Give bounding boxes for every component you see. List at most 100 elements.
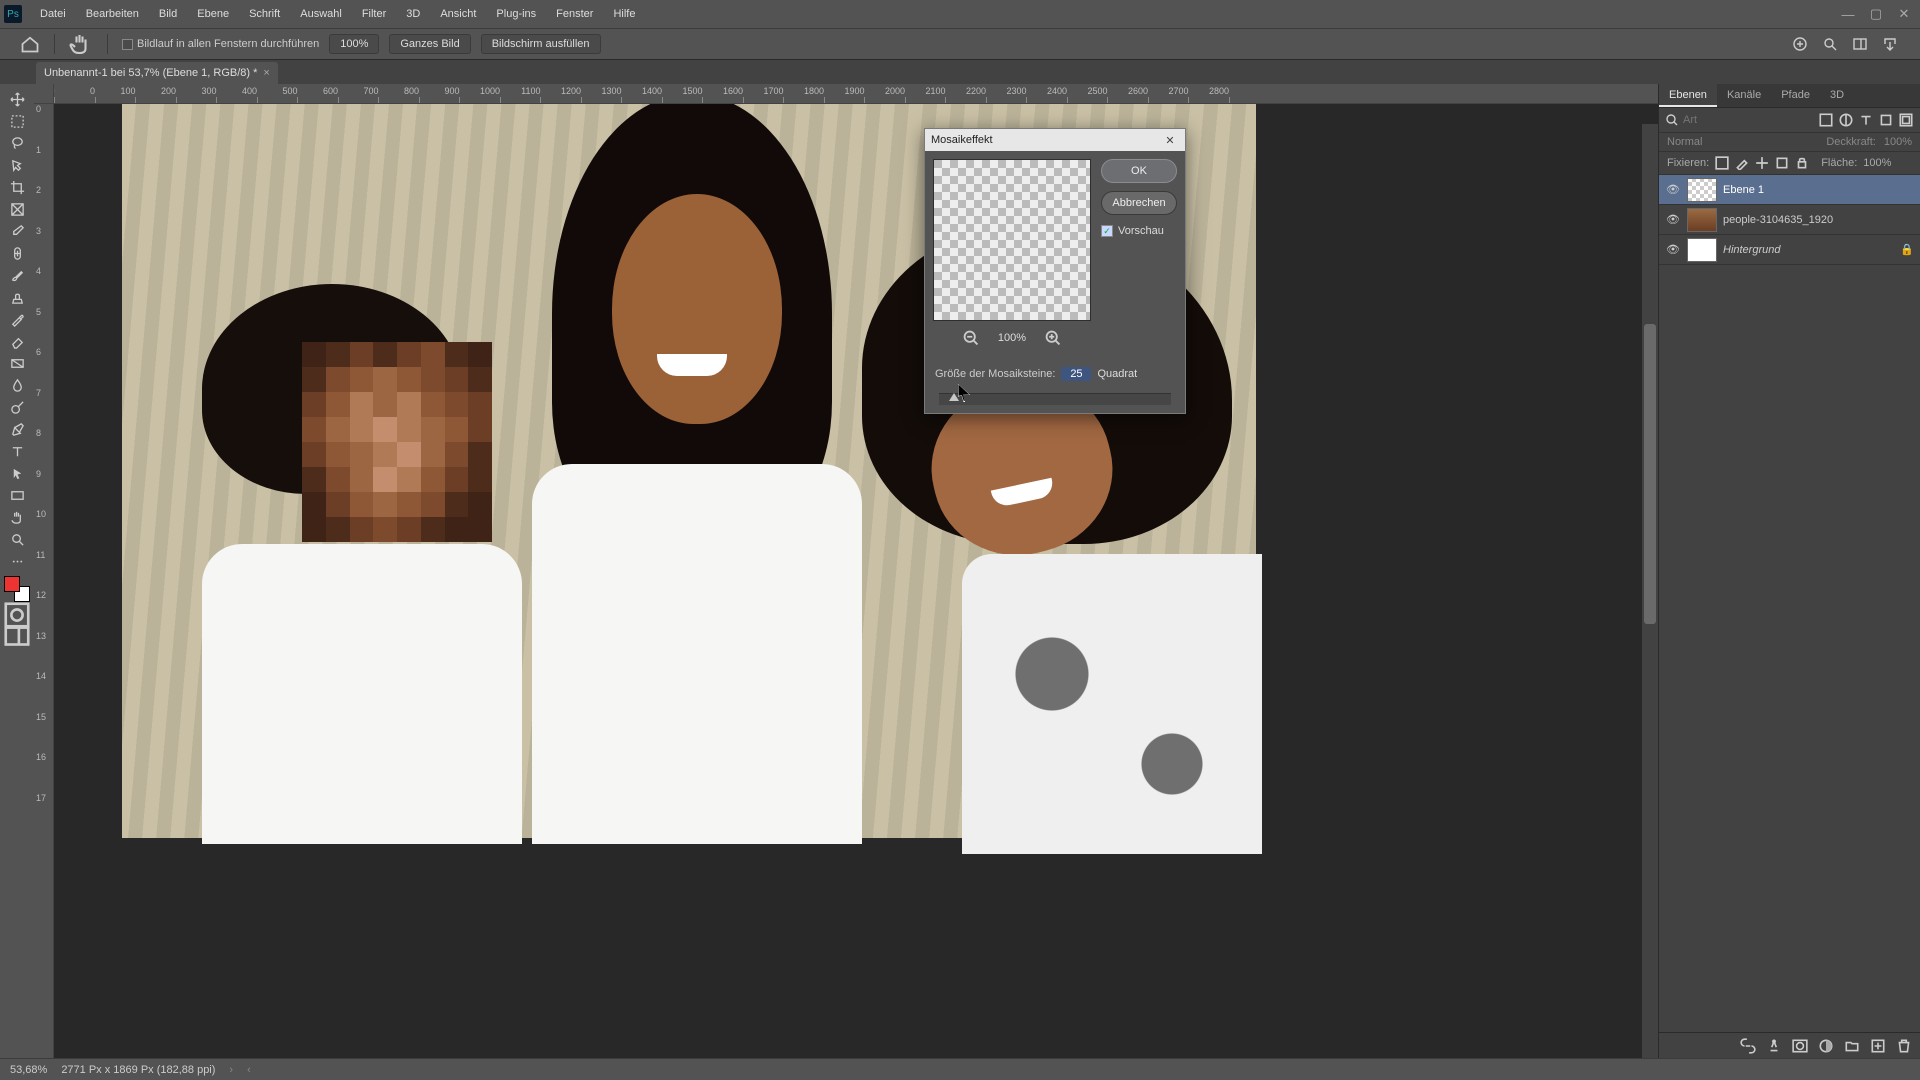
hand-tool[interactable] (2, 506, 32, 528)
lock-all-icon[interactable] (1795, 156, 1809, 170)
layer-style-icon[interactable] (1766, 1038, 1782, 1054)
lock-transparent-icon[interactable] (1715, 156, 1729, 170)
layer-thumbnail[interactable] (1687, 178, 1717, 202)
move-tool[interactable] (2, 88, 32, 110)
cancel-button[interactable]: Abbrechen (1101, 191, 1177, 215)
status-zoom[interactable]: 53,68% (10, 1064, 47, 1076)
layer-thumbnail[interactable] (1687, 208, 1717, 232)
history-brush-tool[interactable] (2, 308, 32, 330)
crop-tool[interactable] (2, 176, 32, 198)
layer-name[interactable]: people-3104635_1920 (1723, 214, 1833, 226)
cell-size-input[interactable]: 25 (1061, 367, 1091, 381)
vertical-scrollbar[interactable] (1642, 124, 1658, 1058)
visibility-toggle[interactable]: 👁 (1665, 243, 1681, 256)
type-tool[interactable] (2, 440, 32, 462)
zoom-in-icon[interactable] (1044, 329, 1062, 347)
search-icon[interactable] (1822, 36, 1838, 52)
tab-3d[interactable]: 3D (1820, 84, 1854, 107)
link-layers-icon[interactable] (1740, 1038, 1756, 1054)
ok-button[interactable]: OK (1101, 159, 1177, 183)
chevron-left-icon[interactable]: ‹ (247, 1064, 251, 1076)
edit-toolbar[interactable] (2, 550, 32, 572)
layer-row[interactable]: 👁 people-3104635_1920 (1659, 205, 1920, 235)
filter-adjust-icon[interactable] (1838, 112, 1854, 128)
tab-kanaele[interactable]: Kanäle (1717, 84, 1771, 107)
menu-schrift[interactable]: Schrift (241, 4, 288, 24)
path-select-tool[interactable] (2, 462, 32, 484)
dodge-tool[interactable] (2, 396, 32, 418)
window-maximize[interactable]: ▢ (1864, 6, 1888, 22)
visibility-toggle[interactable]: 👁 (1665, 183, 1681, 196)
healing-brush-tool[interactable] (2, 242, 32, 264)
filter-type-icon[interactable] (1858, 112, 1874, 128)
share-icon[interactable] (1882, 36, 1898, 52)
menu-filter[interactable]: Filter (354, 4, 394, 24)
home-icon[interactable] (20, 34, 40, 54)
foreground-color-swatch[interactable] (4, 576, 20, 592)
brush-tool[interactable] (2, 264, 32, 286)
eraser-tool[interactable] (2, 330, 32, 352)
menu-fenster[interactable]: Fenster (548, 4, 601, 24)
layer-thumbnail[interactable] (1687, 238, 1717, 262)
adjustment-layer-icon[interactable] (1818, 1038, 1834, 1054)
lock-position-icon[interactable] (1755, 156, 1769, 170)
menu-ebene[interactable]: Ebene (189, 4, 237, 24)
gradient-tool[interactable] (2, 352, 32, 374)
layer-row[interactable]: 👁 Hintergrund 🔒 (1659, 235, 1920, 265)
menu-3d[interactable]: 3D (398, 4, 428, 24)
cloud-status-icon[interactable] (1792, 36, 1808, 52)
blur-tool[interactable] (2, 374, 32, 396)
rectangle-tool[interactable] (2, 484, 32, 506)
quick-select-tool[interactable] (2, 154, 32, 176)
layer-filter[interactable] (1665, 113, 1814, 127)
new-layer-icon[interactable] (1870, 1038, 1886, 1054)
tab-pfade[interactable]: Pfade (1771, 84, 1820, 107)
eyedropper-tool[interactable] (2, 220, 32, 242)
layer-name[interactable]: Ebene 1 (1723, 184, 1764, 196)
menu-bild[interactable]: Bild (151, 4, 185, 24)
blend-mode-select[interactable]: Normal (1667, 136, 1702, 148)
menu-ansicht[interactable]: Ansicht (432, 4, 484, 24)
layer-mask-icon[interactable] (1792, 1038, 1808, 1054)
pen-tool[interactable] (2, 418, 32, 440)
workspace-icon[interactable] (1852, 36, 1868, 52)
dialog-preview[interactable] (933, 159, 1091, 321)
menu-datei[interactable]: Datei (32, 4, 74, 24)
color-swatches[interactable] (4, 576, 30, 602)
slider-thumb[interactable] (949, 393, 959, 401)
close-icon[interactable]: × (263, 67, 269, 79)
layer-name[interactable]: Hintergrund (1723, 244, 1780, 256)
lasso-tool[interactable] (2, 132, 32, 154)
fit-screen-button[interactable]: Ganzes Bild (389, 34, 470, 54)
lock-artboard-icon[interactable] (1775, 156, 1789, 170)
hand-tool-icon[interactable] (69, 32, 93, 56)
filter-shape-icon[interactable] (1878, 112, 1894, 128)
fill-screen-button[interactable]: Bildschirm ausfüllen (481, 34, 601, 54)
zoom-100-button[interactable]: 100% (329, 34, 379, 54)
frame-tool[interactable] (2, 198, 32, 220)
document-tab[interactable]: Unbenannt-1 bei 53,7% (Ebene 1, RGB/8) *… (36, 62, 278, 84)
delete-layer-icon[interactable] (1896, 1038, 1912, 1054)
menu-auswahl[interactable]: Auswahl (292, 4, 350, 24)
window-close[interactable]: ✕ (1892, 6, 1916, 22)
tab-ebenen[interactable]: Ebenen (1659, 84, 1717, 107)
window-minimize[interactable]: — (1836, 7, 1860, 22)
menu-bearbeiten[interactable]: Bearbeiten (78, 4, 147, 24)
preview-checkbox[interactable]: ✓ Vorschau (1101, 225, 1177, 237)
layer-filter-input[interactable] (1683, 114, 1743, 126)
zoom-out-icon[interactable] (962, 329, 980, 347)
filter-pixel-icon[interactable] (1818, 112, 1834, 128)
layer-row[interactable]: 👁 Ebene 1 (1659, 175, 1920, 205)
visibility-toggle[interactable]: 👁 (1665, 213, 1681, 226)
screen-mode-toggle[interactable] (2, 626, 32, 648)
menu-plugins[interactable]: Plug-ins (488, 4, 544, 24)
status-docinfo[interactable]: 2771 Px x 1869 Px (182,88 ppi) (61, 1064, 215, 1076)
close-icon[interactable]: ✕ (1161, 134, 1179, 147)
fill-value[interactable]: 100% (1863, 157, 1891, 169)
filter-smart-icon[interactable] (1898, 112, 1914, 128)
lock-pixels-icon[interactable] (1735, 156, 1749, 170)
group-icon[interactable] (1844, 1038, 1860, 1054)
marquee-tool[interactable] (2, 110, 32, 132)
cell-size-slider[interactable] (939, 393, 1171, 405)
dialog-titlebar[interactable]: Mosaikeffekt ✕ (925, 129, 1185, 151)
